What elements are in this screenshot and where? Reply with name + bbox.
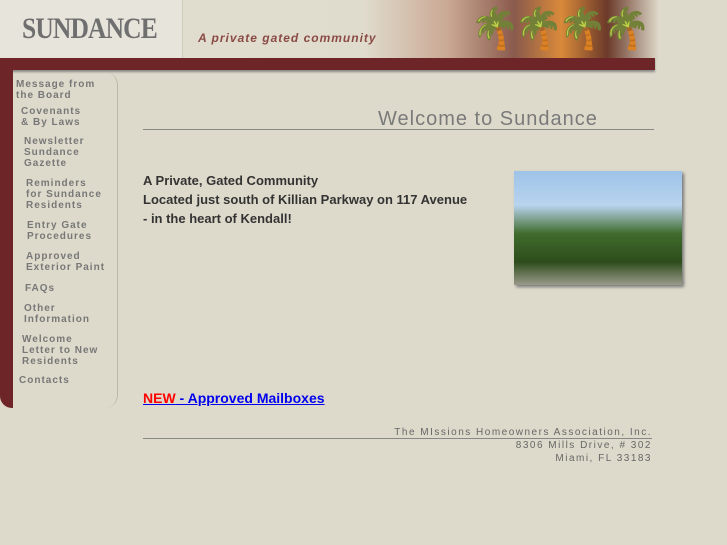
nav-exterior-paint[interactable]: Approved Exterior Paint — [26, 251, 105, 273]
gate-photo — [514, 171, 682, 285]
intro-line: A Private, Gated Community — [143, 173, 319, 188]
footer-city: Miami, FL 33183 — [555, 453, 652, 464]
new-label: NEW — [143, 390, 176, 406]
nav-other-info[interactable]: Other Information — [24, 303, 90, 325]
header-bar — [0, 58, 655, 70]
approved-mailboxes-link[interactable]: NEW - Approved Mailboxes — [143, 390, 325, 406]
logo-stone: SUNDANCE — [0, 0, 183, 58]
tagline: A private gated community — [198, 31, 377, 45]
footer-street: 8306 Mills Drive, # 302 — [515, 440, 652, 451]
page-title: Welcome to Sundance — [378, 108, 598, 130]
footer-org: The MIssions Homeowners Association, Inc… — [394, 427, 652, 438]
nav-reminders[interactable]: Reminders for Sundance Residents — [26, 178, 102, 211]
header-banner: SUNDANCE A private gated community 🌴🌴🌴🌴 — [0, 0, 660, 60]
palm-trees-image: 🌴🌴🌴🌴 — [470, 7, 651, 51]
sidebar-accent — [0, 70, 13, 408]
nav-newsletter[interactable]: Newsletter Sundance Gazette — [24, 136, 85, 169]
news-link-text: - Approved Mailboxes — [175, 390, 325, 406]
nav-entry-gate[interactable]: Entry Gate Procedures — [27, 220, 92, 242]
nav-message-board[interactable]: Message from the Board — [16, 79, 95, 101]
nav-covenants[interactable]: Covenants & By Laws — [21, 106, 81, 128]
intro-text: A Private, Gated Community Located just … — [143, 171, 467, 228]
intro-line: - in the heart of Kendall! — [143, 211, 292, 226]
footer-divider — [143, 438, 652, 439]
nav-faqs[interactable]: FAQs — [25, 283, 55, 294]
nav-welcome-letter[interactable]: Welcome Letter to New Residents — [22, 334, 98, 367]
nav-contacts[interactable]: Contacts — [19, 375, 70, 386]
title-divider — [143, 129, 654, 130]
logo: SUNDANCE — [22, 12, 158, 45]
sidebar-divider — [105, 72, 118, 408]
intro-line: Located just south of Killian Parkway on… — [143, 192, 468, 207]
